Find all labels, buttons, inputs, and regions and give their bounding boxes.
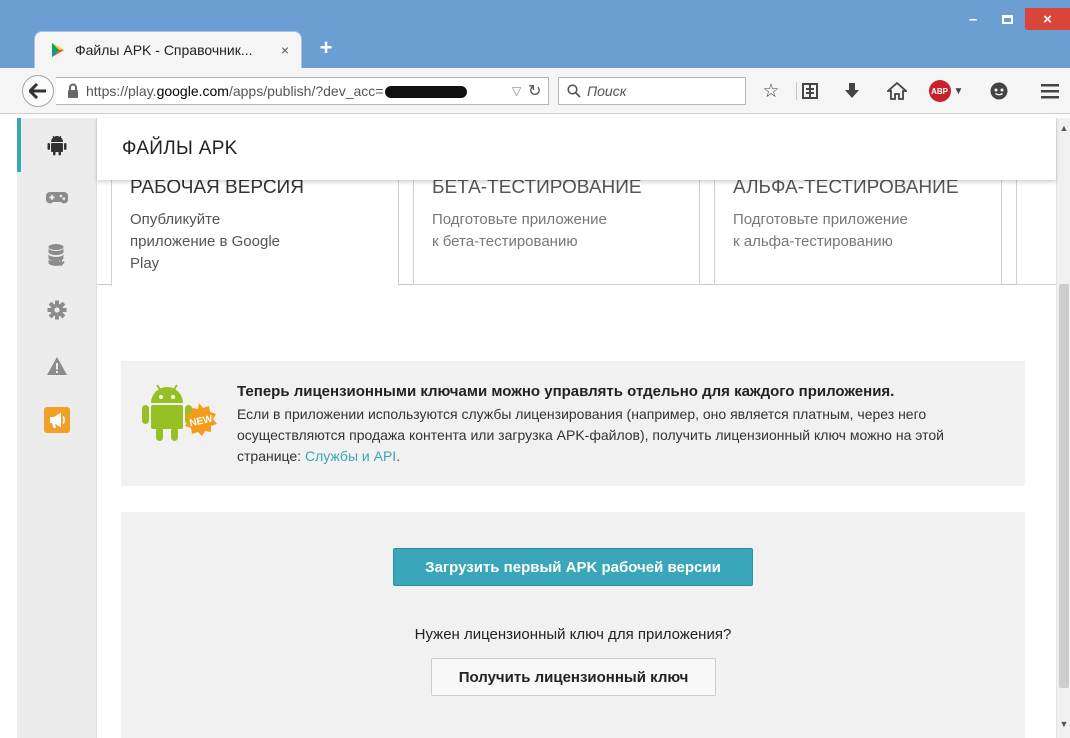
android-icon xyxy=(47,135,67,156)
google-play-icon xyxy=(52,43,64,57)
back-arrow-icon xyxy=(29,83,46,99)
sidebar-item-settings[interactable] xyxy=(43,296,71,324)
scrollbar-thumb[interactable] xyxy=(1059,284,1069,688)
megaphone-icon xyxy=(44,407,70,433)
adblock-icon[interactable]: ABP ▼ xyxy=(928,79,964,103)
menu-icon[interactable] xyxy=(1037,79,1063,103)
sidebar-item-apk[interactable] xyxy=(43,131,71,159)
android-new-icon: NEW xyxy=(142,384,217,441)
scroll-up-icon[interactable]: ▲ xyxy=(1059,122,1069,134)
gear-icon xyxy=(47,300,67,320)
services-api-link[interactable]: Службы и API xyxy=(305,448,396,464)
page-header: ФАЙЛЫ APK xyxy=(97,118,1056,180)
window-titlebar: – × Файлы APK - Справочник... × + xyxy=(0,0,1070,68)
sidebar-active-indicator xyxy=(17,118,21,172)
search-input[interactable]: Поиск xyxy=(558,77,746,105)
page-scrollbar[interactable]: ▲ ▼ xyxy=(1056,118,1070,738)
tab-overflow xyxy=(1016,180,1056,285)
back-button[interactable] xyxy=(22,75,54,107)
address-bar[interactable]: https://play.google.com/apps/publish/?de… xyxy=(56,77,549,105)
sidebar-item-services[interactable] xyxy=(43,241,71,269)
history-dropdown-icon[interactable]: ▽ xyxy=(512,84,521,98)
app-sidebar xyxy=(17,118,97,738)
sidebar-item-announcements[interactable] xyxy=(43,406,71,434)
tab-production[interactable]: РАБОЧАЯ ВЕРСИЯ Опубликуйте приложение в … xyxy=(111,177,399,286)
tab-title: Файлы APK - Справочник... xyxy=(75,42,253,58)
bookmark-star-icon[interactable]: ☆ xyxy=(758,79,784,103)
release-track-tabs: РАБОЧАЯ ВЕРСИЯ Опубликуйте приложение в … xyxy=(97,177,1056,286)
scroll-down-icon[interactable]: ▼ xyxy=(1059,718,1069,730)
search-placeholder: Поиск xyxy=(587,83,627,99)
chat-icon[interactable] xyxy=(986,79,1012,103)
sidebar-item-games[interactable] xyxy=(43,184,71,212)
gamepad-icon xyxy=(46,192,68,204)
navigation-toolbar: https://play.google.com/apps/publish/?de… xyxy=(0,68,1070,114)
new-tab-button[interactable]: + xyxy=(314,35,338,60)
sidebar-item-alerts[interactable] xyxy=(43,352,71,380)
minimize-button[interactable]: – xyxy=(958,8,988,30)
banner-body: Если в приложении используются службы ли… xyxy=(237,406,944,464)
banner-headline: Теперь лицензионными ключами можно управ… xyxy=(237,383,895,400)
redacted-block xyxy=(385,86,468,99)
tab-alpha[interactable]: АЛЬФА-ТЕСТИРОВАНИЕ Подготовьте приложени… xyxy=(714,177,1002,285)
lock-icon xyxy=(68,83,78,98)
warning-icon xyxy=(47,357,67,375)
page-title: ФАЙЛЫ APK xyxy=(122,138,238,159)
tab-title: РАБОЧАЯ ВЕРСИЯ xyxy=(130,177,304,198)
maximize-icon xyxy=(1001,14,1013,24)
reload-icon[interactable]: ↻ xyxy=(528,81,541,101)
upload-panel: Загрузить первый APK рабочей версии Нуже… xyxy=(121,512,1025,738)
tab-title: БЕТА-ТЕСТИРОВАНИЕ xyxy=(432,177,642,198)
license-question: Нужен лицензионный ключ для приложения? xyxy=(414,626,732,643)
upload-first-apk-button[interactable]: Загрузить первый APK рабочей версии xyxy=(393,548,753,586)
tab-close-icon[interactable]: × xyxy=(281,42,289,58)
licensing-info-banner: NEW Теперь лицензионными ключами можно у… xyxy=(121,361,1025,486)
close-window-button[interactable]: × xyxy=(1025,8,1070,30)
database-icon xyxy=(48,244,65,267)
minimize-icon: – xyxy=(968,10,978,28)
search-icon xyxy=(567,84,581,98)
get-license-key-button[interactable]: Получить лицензионный ключ xyxy=(431,658,716,696)
reading-list-icon[interactable] xyxy=(797,79,823,103)
close-icon: × xyxy=(1043,10,1052,28)
tab-beta[interactable]: БЕТА-ТЕСТИРОВАНИЕ Подготовьте приложение… xyxy=(413,177,700,285)
download-icon[interactable] xyxy=(839,79,865,103)
tab-title: АЛЬФА-ТЕСТИРОВАНИЕ xyxy=(733,177,959,198)
browser-tab[interactable]: Файлы APK - Справочник... × xyxy=(34,31,302,68)
tab-description: Опубликуйте приложение в Google Play xyxy=(130,211,280,272)
tab-description: Подготовьте приложение к альфа-тестирова… xyxy=(733,211,908,250)
maximize-button[interactable] xyxy=(992,8,1022,30)
home-icon[interactable] xyxy=(884,79,910,103)
url-text: https://play.google.com/apps/publish/?de… xyxy=(86,83,468,99)
tab-description: Подготовьте приложение к бета-тестирован… xyxy=(432,211,607,250)
